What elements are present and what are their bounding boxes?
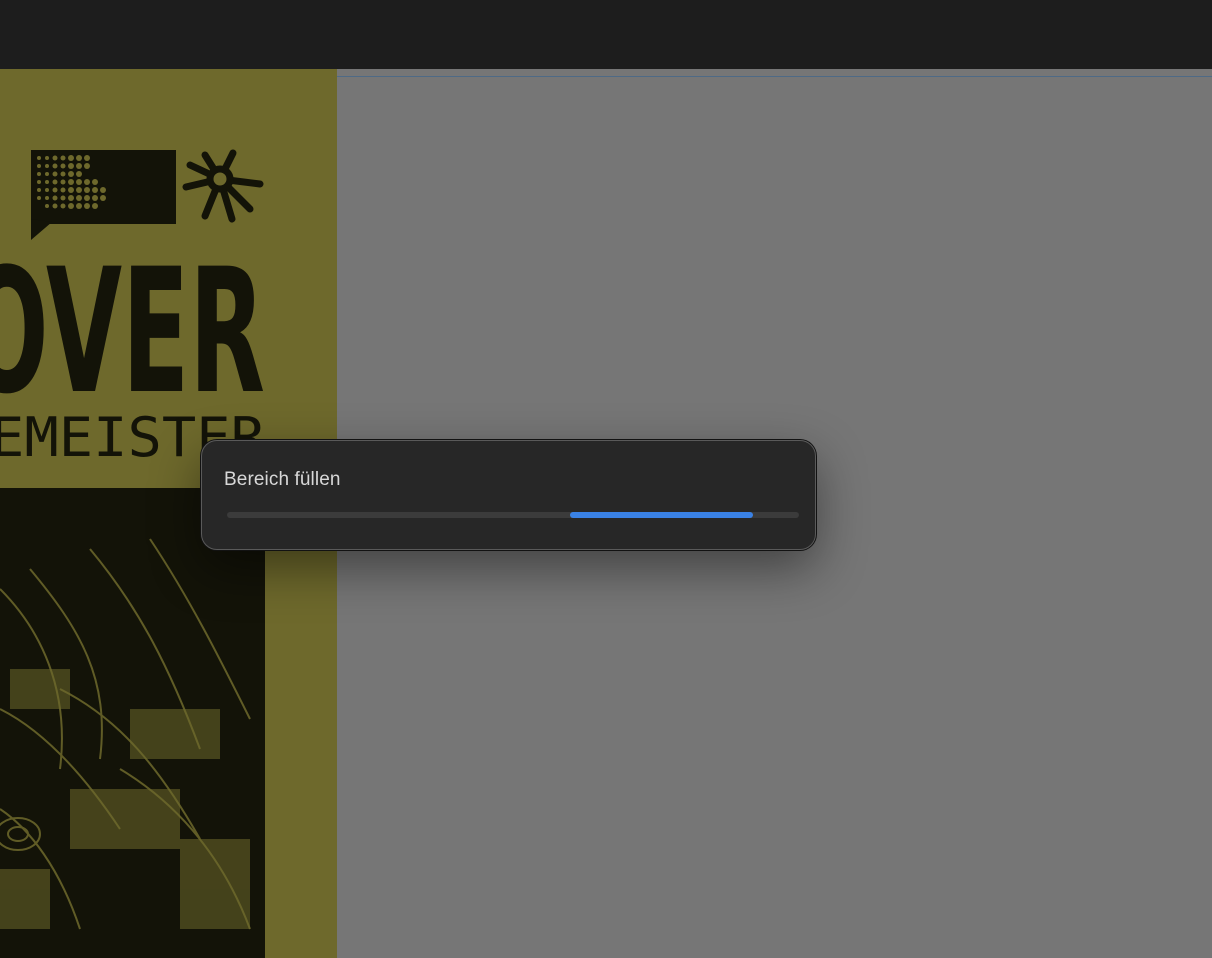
speech-bubble-icon [31, 150, 176, 240]
progress-bar-fill [570, 512, 754, 518]
app-window: OVER EMEISTER Bereich füllen [0, 0, 1212, 958]
dialog-title: Bereich füllen [224, 469, 341, 490]
fill-progress-dialog: Bereich füllen [201, 440, 816, 550]
progress-bar [227, 512, 799, 518]
top-toolbar-area [0, 0, 1212, 69]
artwork-headline: OVER [0, 231, 265, 432]
sun-icon [182, 149, 264, 223]
